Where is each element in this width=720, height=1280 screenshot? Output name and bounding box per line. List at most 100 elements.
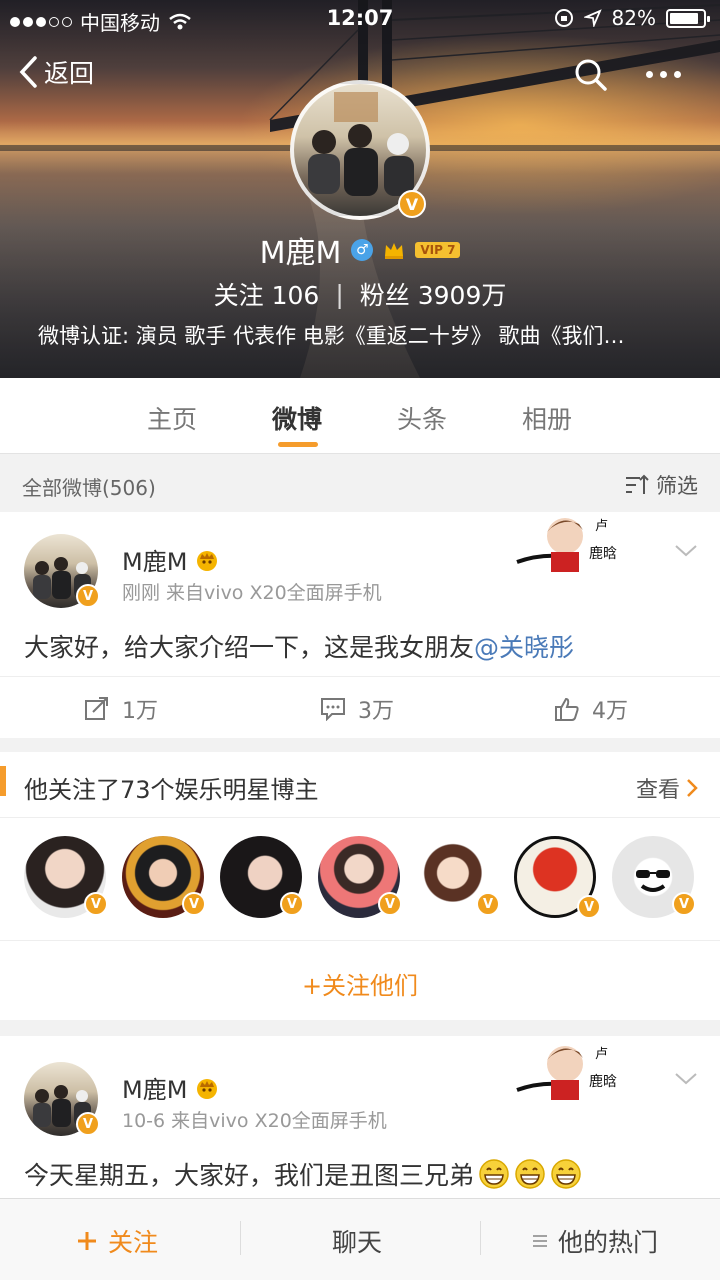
post-body: 大家好，给大家介绍一下，这是我女朋友 [24,633,475,662]
repost-button[interactable]: 1万 [84,693,158,725]
comment-icon [321,698,345,721]
star-avatar[interactable]: V [220,836,304,918]
battery-percent: 82% [611,6,656,30]
svg-text:鹿晗: 鹿晗 [589,545,617,562]
svg-text:卢: 卢 [595,518,608,534]
star-avatar[interactable]: V [612,836,696,918]
weibo-post[interactable]: V M鹿M 10-6 来自vivo X20全面屏手机 卢 鹿晗 今天星期五，大家… [0,1036,720,1198]
vip-badge[interactable]: VIP 7 [415,242,461,258]
post-text: 大家好，给大家介绍一下，这是我女朋友@关晓彤 [24,628,574,664]
star-avatar[interactable]: V [122,836,206,918]
verified-badge: V [378,892,402,916]
repost-count: 1万 [122,699,158,724]
followed-stars-card: 他关注了73个娱乐明星博主 查看 V V V V V V V +关注他们 [0,752,720,1020]
chevron-right-icon [687,779,698,797]
following-count: 106 [271,281,320,310]
user-sticker-image: 卢 鹿晗 [516,1046,617,1100]
post-author-name: M鹿M [122,548,188,576]
filter-button[interactable]: 筛选 [624,470,698,500]
status-bar: 中国移动 12:07 82% [0,0,720,38]
repost-icon [85,697,108,720]
search-icon[interactable] [574,58,608,92]
verification-text: 微博认证: 演员 歌手 代表作 电影《重返二十岁》 歌曲《我们… [38,324,625,348]
chevron-down-icon[interactable] [674,1072,698,1086]
chat-button[interactable]: 聊天 [332,1223,382,1259]
mention-link[interactable]: @关晓彤 [474,633,574,662]
user-sticker-image: 卢 鹿晗 [516,518,617,572]
menu-icon [533,1235,547,1247]
crown-icon [385,243,404,259]
post-meta: 10-6 来自vivo X20全面屏手机 [122,1110,387,1132]
card-divider [0,940,720,941]
filter-bar: 全部微博(506) 筛选 [0,456,720,512]
grin-emoji-icon [515,1159,545,1189]
verified-badge: V [280,892,304,916]
grin-emoji-icon [479,1159,509,1189]
card-header[interactable]: 他关注了73个娱乐明星博主 查看 [0,752,720,818]
profile-tabs: 主页 微博 头条 相册 [0,378,720,454]
profile-page: 中国移动 12:07 82% 返回 V M鹿M ♂ VIP 7 关注 106 |… [0,0,720,1280]
verified-badge: V [672,892,696,916]
filter-label: 筛选 [656,474,698,498]
rotation-lock-icon [554,9,573,27]
verified-badge: V [76,1112,100,1136]
back-button[interactable]: 返回 [18,54,94,90]
back-label: 返回 [44,59,95,88]
hot-posts-button[interactable]: 他的热门 [532,1223,658,1259]
follow-label: 关注 [108,1228,159,1257]
like-count: 4万 [592,699,628,724]
verified-badge: V [76,584,100,608]
profile-stats: 关注 106 | 粉丝 3909万 [0,276,720,312]
view-more-button[interactable]: 查看 [636,772,698,804]
verified-badge: V [476,892,500,916]
plus-icon [78,1232,96,1250]
bottom-divider [480,1221,481,1255]
status-right: 82% [554,6,710,30]
grin-emoji-icon [551,1159,581,1189]
tab-home[interactable]: 主页 [147,400,197,436]
thumbs-up-icon [555,697,579,721]
tab-active-indicator [278,442,318,447]
profile-name: M鹿M [259,236,342,271]
comment-button[interactable]: 3万 [320,693,394,725]
followers-count: 3909万 [417,281,507,310]
follow-them-button[interactable]: +关注他们 [0,966,720,1001]
male-icon: ♂ [351,239,374,261]
verified-badge: V [398,190,426,218]
verified-badge: V [577,895,601,919]
post-author[interactable]: M鹿M [122,1070,219,1105]
star-avatar[interactable]: V [514,836,601,919]
hot-posts-label: 他的热门 [558,1228,659,1257]
bottom-action-bar: 关注 聊天 他的热门 [0,1198,720,1280]
star-avatar[interactable]: V [318,836,402,918]
followers-label: 粉丝 [359,281,410,310]
view-more-label: 查看 [635,778,680,803]
following-stat[interactable]: 关注 106 [214,276,320,312]
tab-headlines[interactable]: 头条 [397,400,447,436]
filter-icon [626,474,649,494]
chevron-left-icon [19,56,37,88]
post-author[interactable]: M鹿M [122,542,219,577]
location-icon [583,9,602,27]
crown-icon [197,1078,218,1099]
followers-stat[interactable]: 粉丝 3909万 [360,276,507,312]
weibo-post[interactable]: V M鹿M 刚刚 来自vivo X20全面屏手机 卢 鹿晗 大家好，给大家介绍一… [0,512,720,738]
post-author-name: M鹿M [122,1076,188,1104]
profile-name-row: M鹿M ♂ VIP 7 [0,228,720,272]
star-avatar[interactable]: V [416,836,500,918]
more-options-icon[interactable] [646,62,690,86]
comment-count: 3万 [358,699,394,724]
like-button[interactable]: 4万 [554,693,628,725]
battery-icon [666,8,710,28]
svg-text:鹿晗: 鹿晗 [589,1073,617,1090]
tab-album[interactable]: 相册 [522,400,572,436]
tab-weibo[interactable]: 微博 [272,400,322,436]
post-action-bar: 1万 3万 4万 [0,676,720,738]
accent-marker [0,766,6,796]
star-avatar-list: V V V V V V V [24,836,704,920]
bottom-divider [240,1221,241,1255]
star-avatar[interactable]: V [24,836,108,918]
follow-button[interactable]: 关注 [76,1223,158,1259]
chevron-down-icon[interactable] [674,544,698,558]
post-body: 今天星期五，大家好，我们是丑图三兄弟 [24,1161,475,1190]
